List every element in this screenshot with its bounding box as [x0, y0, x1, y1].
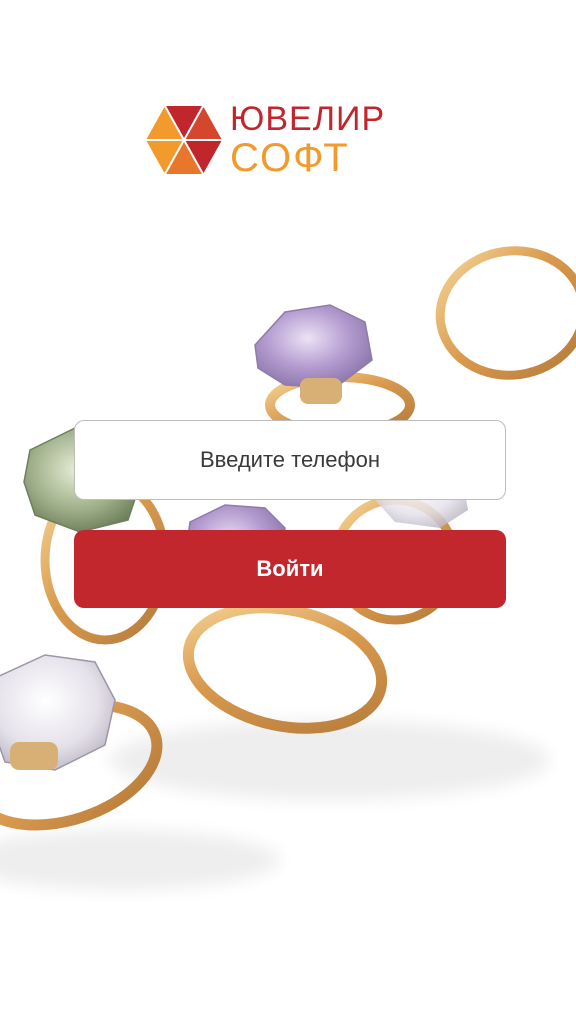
login-screen: ЮВЕЛИР СОФТ Войти — [0, 0, 576, 1024]
gem-logo-icon — [146, 106, 222, 174]
brand-name-line2: СОФТ — [230, 136, 350, 180]
app-logo: ЮВЕЛИР СОФТ — [146, 100, 408, 180]
login-button[interactable]: Войти — [74, 530, 506, 608]
brand-name-line1: ЮВЕЛИР — [230, 100, 386, 138]
phone-input[interactable] — [74, 420, 506, 500]
